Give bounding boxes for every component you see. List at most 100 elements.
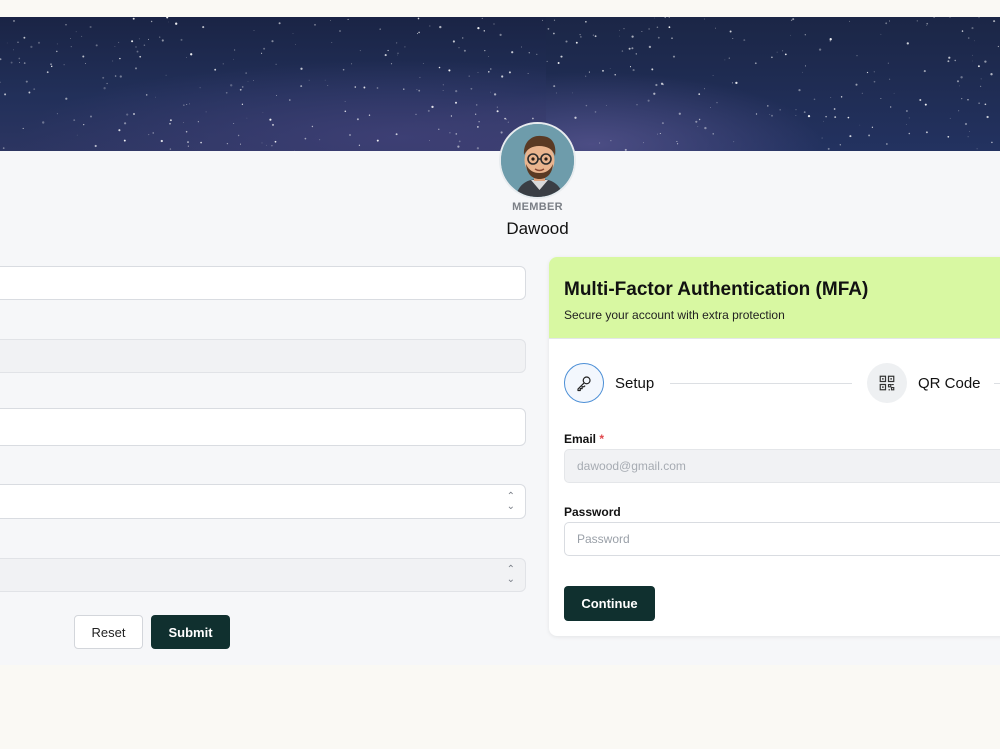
star <box>821 137 823 139</box>
star <box>716 102 718 104</box>
avatar <box>499 122 576 199</box>
form-select-1[interactable]: ⌃ ⌄ <box>0 484 526 519</box>
star <box>85 62 87 64</box>
star <box>490 91 491 93</box>
password-field[interactable]: Password <box>564 522 1000 556</box>
star <box>300 85 303 88</box>
star <box>698 118 701 121</box>
star <box>331 42 333 43</box>
star <box>507 121 509 123</box>
star <box>42 121 45 124</box>
star <box>967 99 969 101</box>
step-setup-circle[interactable] <box>564 363 604 403</box>
star <box>792 18 795 21</box>
star <box>160 139 163 143</box>
star <box>557 62 560 64</box>
star <box>190 53 193 56</box>
step-setup-label: Setup <box>615 375 655 392</box>
star <box>419 76 421 79</box>
star <box>349 134 351 136</box>
star <box>136 50 139 53</box>
star <box>925 131 928 134</box>
star <box>327 85 329 86</box>
star <box>888 20 891 22</box>
star <box>767 105 769 107</box>
star <box>743 39 746 42</box>
star <box>926 22 929 25</box>
star <box>847 116 850 119</box>
star <box>311 125 314 128</box>
star <box>395 133 398 136</box>
star <box>241 86 244 88</box>
star <box>655 83 658 87</box>
star <box>150 20 153 23</box>
star <box>187 141 189 144</box>
star <box>731 82 733 84</box>
star <box>991 141 993 144</box>
email-label-text: Email <box>564 432 597 446</box>
star <box>233 122 235 124</box>
star <box>188 103 191 105</box>
star <box>605 105 607 106</box>
continue-button[interactable]: Continue <box>564 586 655 621</box>
star <box>166 17 169 19</box>
star <box>585 75 587 77</box>
reset-button[interactable]: Reset <box>74 615 143 649</box>
star <box>704 126 707 130</box>
star <box>180 38 183 41</box>
star <box>712 133 714 135</box>
star <box>997 45 1000 48</box>
star <box>89 25 92 29</box>
star <box>161 39 164 42</box>
star <box>376 139 379 142</box>
star <box>271 123 275 126</box>
star <box>37 41 41 44</box>
select-chevron-icon: ⌃ ⌄ <box>506 490 515 512</box>
star <box>873 71 875 73</box>
star <box>629 66 632 68</box>
step-qr-circle[interactable] <box>867 363 907 403</box>
star <box>112 60 114 62</box>
star <box>481 17 483 19</box>
star <box>455 101 457 104</box>
form-field-3[interactable] <box>0 408 526 446</box>
star <box>271 145 273 147</box>
star <box>354 86 357 88</box>
star <box>873 80 876 83</box>
star <box>475 104 478 106</box>
star <box>803 111 806 113</box>
star <box>594 35 597 38</box>
star <box>114 75 117 77</box>
form-field-2[interactable] <box>0 339 526 373</box>
star <box>496 110 499 113</box>
star <box>475 113 477 115</box>
star <box>807 114 811 118</box>
star <box>984 103 987 106</box>
star <box>990 73 993 76</box>
star <box>0 81 1 84</box>
star <box>732 38 734 39</box>
star <box>949 17 951 18</box>
step-connector <box>994 383 1000 384</box>
star <box>4 93 7 96</box>
star <box>542 19 544 21</box>
star <box>103 87 106 90</box>
star <box>916 20 918 22</box>
star <box>859 124 861 126</box>
form-select-2[interactable]: ⌃ ⌄ <box>0 558 526 592</box>
star <box>656 26 659 29</box>
email-field[interactable]: dawood@gmail.com <box>564 449 1000 483</box>
star <box>165 74 167 76</box>
star <box>594 111 597 113</box>
star <box>19 62 21 64</box>
star <box>73 119 76 121</box>
form-field-1[interactable] <box>0 266 526 300</box>
star <box>712 74 714 77</box>
star <box>956 80 960 83</box>
star <box>880 97 882 99</box>
submit-button[interactable]: Submit <box>151 615 230 649</box>
star <box>275 63 277 65</box>
star <box>795 109 797 111</box>
star <box>169 122 171 125</box>
star <box>147 38 150 40</box>
